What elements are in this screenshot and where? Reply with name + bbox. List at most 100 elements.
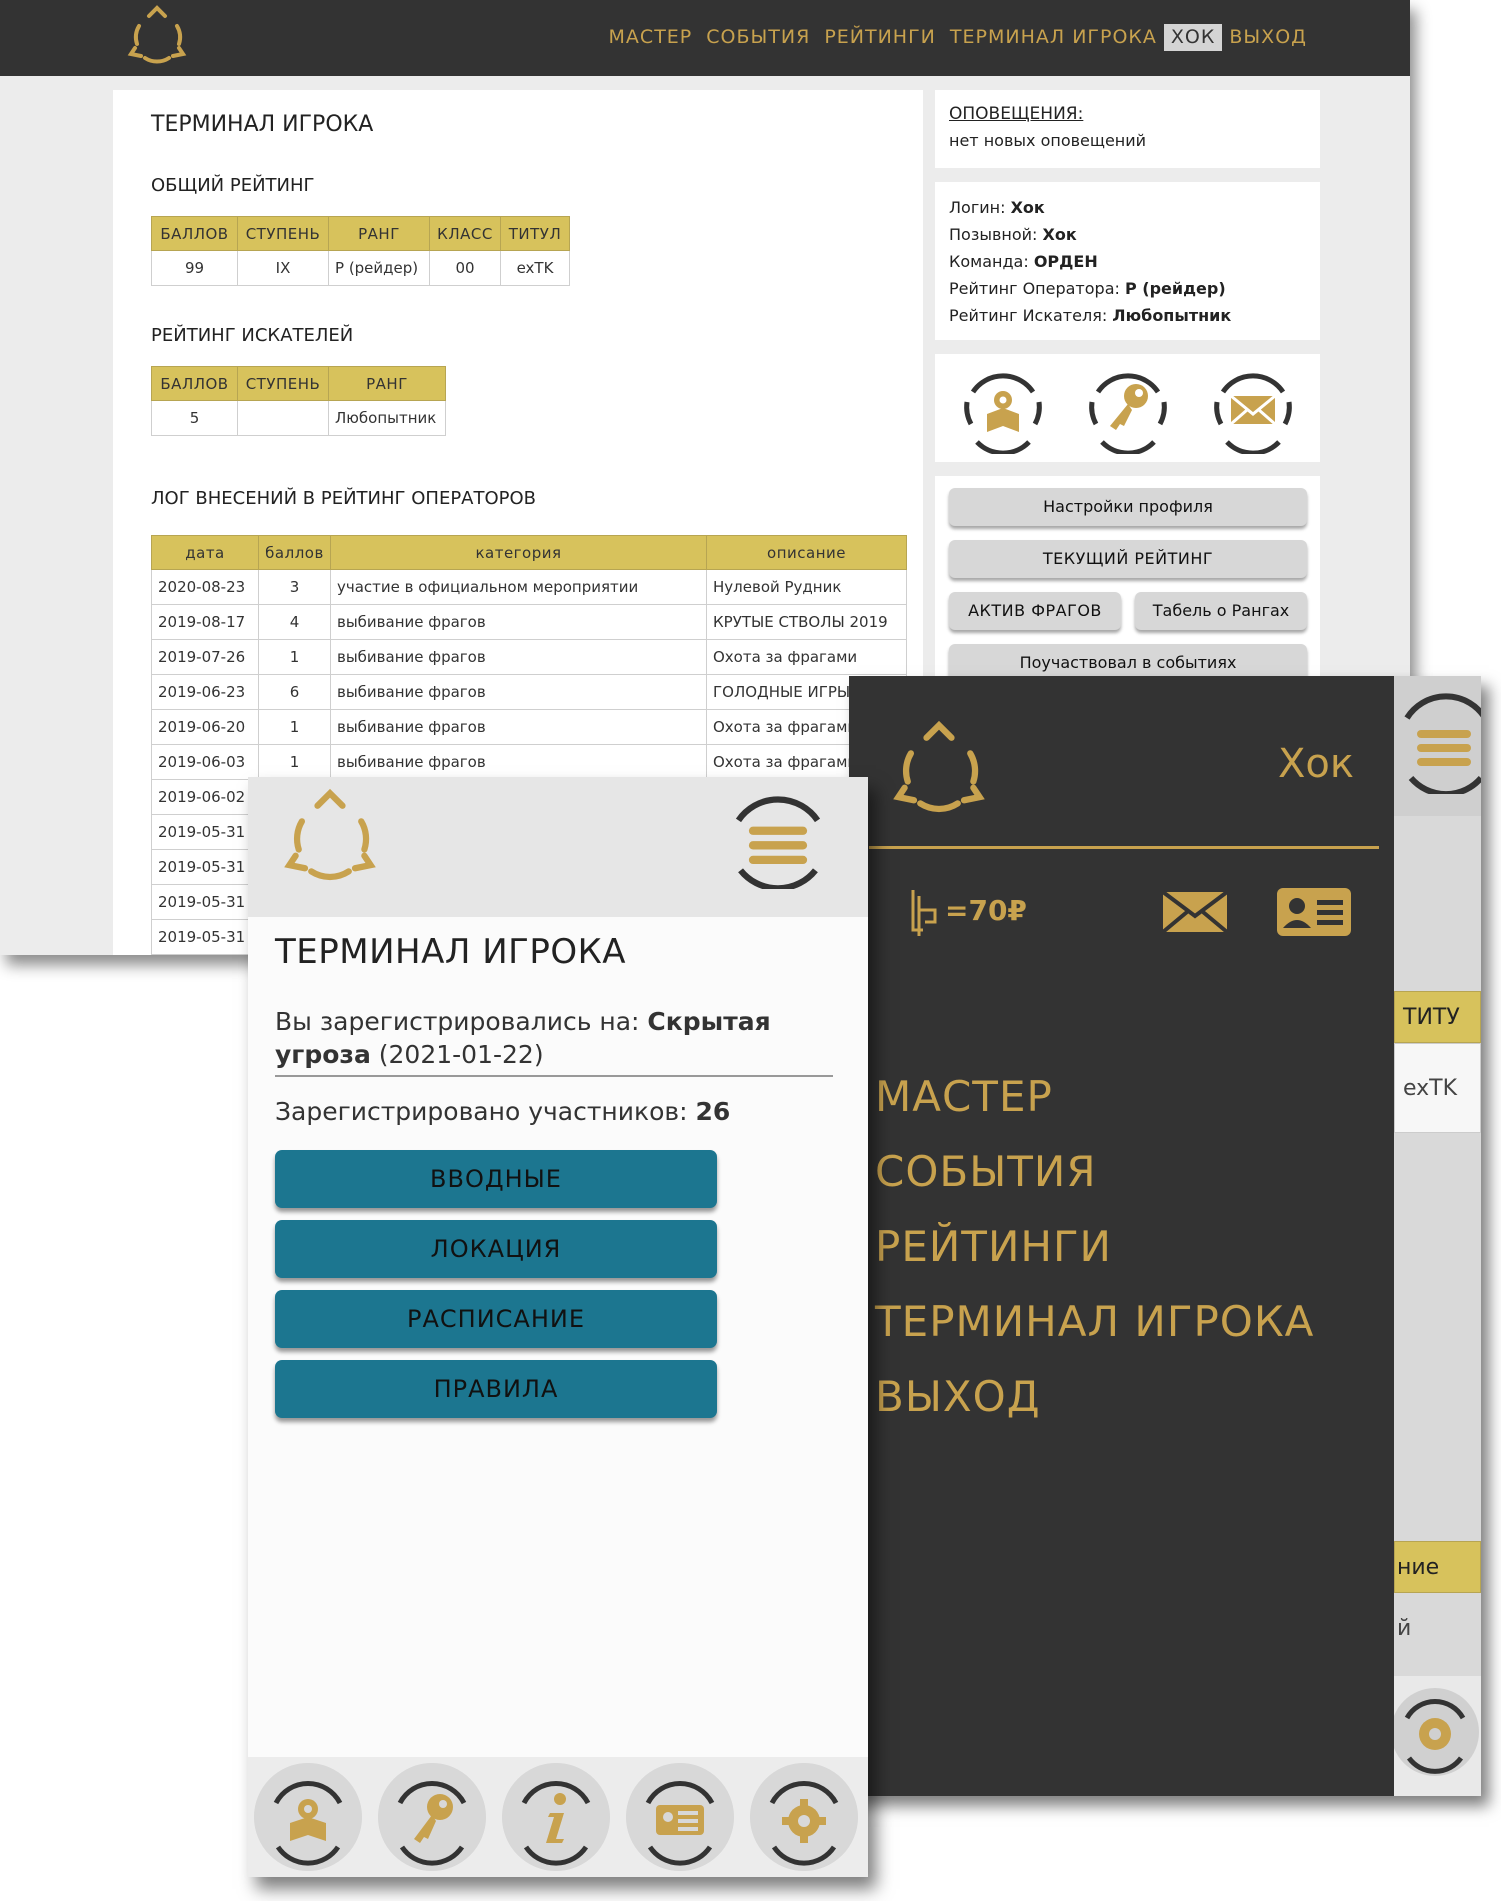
frag-assets-button[interactable]: АКТИВ ФРАГОВ [949, 592, 1121, 630]
bg-cell: й [1397, 1616, 1412, 1641]
table-header: категория [330, 535, 707, 570]
seekers-rating-heading: РЕЙТИНГ ИСКАТЕЛЕЙ [151, 325, 354, 346]
profile-panel: Логин: Хок Позывной: Хок Команда: ОРДЕН Рей… [935, 182, 1320, 340]
table-cell: КРУТЫЕ СТВОЛЫ 2019 [706, 604, 907, 640]
mail-icon[interactable] [1161, 888, 1229, 936]
table-cell: exTK [500, 250, 570, 286]
profile-line: Логин: Хок [949, 194, 1231, 221]
page-title: ТЕРМИНАЛ ИГРОКА [151, 112, 374, 137]
profile-line: Рейтинг Искателя: Любопытник [949, 302, 1231, 329]
mobile-header [248, 777, 868, 917]
current-rating-button[interactable]: ТЕКУЩИЙ РЕЙТИНГ [949, 540, 1307, 578]
notifications-title: ОПОВЕЩЕНИЯ: [949, 104, 1084, 124]
profile-label: Рейтинг Оператора: [949, 279, 1125, 298]
profile-value: Хок [1010, 198, 1045, 217]
gear-icon [1391, 1688, 1479, 1776]
page-title: ТЕРМИНАЛ ИГРОКА [275, 932, 627, 972]
divider [869, 846, 1379, 849]
general-rating-table: БАЛЛОВ СТУПЕНЬ РАНГ КЛАСС ТИТУЛ 99 IX Р … [151, 216, 570, 286]
rank-table-button[interactable]: Табель о Рангах [1135, 592, 1307, 630]
table-header: БАЛЛОВ [151, 366, 238, 401]
profile-label: Команда: [949, 252, 1034, 271]
gear-icon[interactable] [750, 1763, 858, 1871]
menu-item-master[interactable]: МАСТЕР [875, 1066, 1314, 1128]
nav-terminal[interactable]: ТЕРМИНАЛ ИГРОКА [943, 24, 1164, 51]
profile-settings-button[interactable]: Настройки профиля [949, 488, 1307, 526]
logo-icon [127, 5, 187, 64]
table-cell: 2019-06-23 [151, 674, 259, 710]
menu-item-ratings[interactable]: РЕЙТИНГИ [875, 1216, 1314, 1278]
key-icon[interactable] [1082, 362, 1174, 454]
balance: =70₽ [945, 894, 1027, 927]
mobile-terminal-screen: ТЕРМИНАЛ ИГРОКА Вы зарегистрировались на… [248, 777, 868, 1877]
registration-date: (2021-01-22) [370, 1040, 544, 1069]
notifications-text: нет новых оповещений [949, 131, 1147, 150]
notifications-panel: ОПОВЕЩЕНИЯ: нет новых оповещений [935, 90, 1320, 168]
nav-ratings[interactable]: РЕЙТИНГИ [817, 24, 943, 51]
table-header: РАНГ [328, 216, 430, 251]
map-icon[interactable] [957, 362, 1049, 454]
table-cell: Р (рейдер) [328, 250, 430, 286]
table-cell: Охота за фрагами [706, 639, 907, 675]
id-card-icon[interactable] [1275, 886, 1353, 938]
table-header: СТУПЕНЬ [237, 366, 329, 401]
table-header: дата [151, 535, 259, 570]
menu-list: МАСТЕР СОБЫТИЯ РЕЙТИНГИ ТЕРМИНАЛ ИГРОКА … [875, 1066, 1314, 1428]
table-row: 2019-06-23 6 выбивание фрагов ГОЛОДНЫЕ ИГРЫ [151, 674, 907, 710]
id-card-icon[interactable] [626, 1763, 734, 1871]
top-nav: МАСТЕР СОБЫТИЯ РЕЙТИНГИ ТЕРМИНАЛ ИГРОКА … [602, 24, 1314, 51]
menu-icon[interactable] [726, 785, 830, 889]
nav-master[interactable]: МАСТЕР [602, 24, 700, 51]
key-icon[interactable] [378, 1763, 486, 1871]
location-button[interactable]: ЛОКАЦИЯ [275, 1220, 717, 1278]
table-header: СТУПЕНЬ [237, 216, 329, 251]
table-cell: Нулевой Рудник [706, 569, 907, 605]
registration-label: Вы зарегистрировались на: [275, 1007, 648, 1036]
table-cell: 2019-05-31 [151, 849, 259, 885]
nav-user[interactable]: ХОК [1163, 24, 1223, 51]
log-heading: ЛОГ ВНЕСЕНИЙ В РЕЙТИНГ ОПЕРАТОРОВ [151, 488, 537, 509]
profile-label: Логин: [949, 198, 1011, 217]
nav-exit[interactable]: ВЫХОД [1222, 24, 1314, 51]
table-cell: Любопытник [328, 400, 446, 436]
table-header: баллов [258, 535, 331, 570]
table-cell: 2019-05-31 [151, 919, 259, 955]
menu-drawer: Хок =70₽ МАСТЕР СОБЫТИЯ РЕЙТИНГИ ТЕРМИНА… [849, 676, 1394, 1796]
table-cell: 2019-08-17 [151, 604, 259, 640]
currency-icon [911, 890, 937, 936]
bg-cell: exTK [1394, 1043, 1481, 1133]
mail-icon[interactable] [1207, 362, 1299, 454]
general-rating-heading: ОБЩИЙ РЕЙТИНГ [151, 175, 315, 196]
table-cell: 2019-06-20 [151, 709, 259, 745]
mobile-menu-screen: ТИТУ exTK ние й Хок =70₽ МАСТЕР СОБЫТИЯ … [849, 676, 1481, 1796]
rules-button[interactable]: ПРАВИЛА [275, 1360, 717, 1418]
map-icon[interactable] [254, 1763, 362, 1871]
table-cell: 2019-06-02 [151, 779, 259, 815]
table-header: РАНГ [328, 366, 446, 401]
participants-label: Зарегистрировано участников: [275, 1097, 696, 1126]
table-cell: 4 [258, 604, 331, 640]
table-cell: IX [237, 250, 329, 286]
top-bar: МАСТЕР СОБЫТИЯ РЕЙТИНГИ ТЕРМИНАЛ ИГРОКА … [0, 0, 1410, 76]
bottom-bar [248, 1757, 868, 1877]
table-cell: 6 [258, 674, 331, 710]
table-header: ТИТУЛ [500, 216, 570, 251]
nav-events[interactable]: СОБЫТИЯ [699, 24, 817, 51]
quick-icons-panel [935, 354, 1320, 462]
intro-button[interactable]: ВВОДНЫЕ [275, 1150, 717, 1208]
menu-item-exit[interactable]: ВЫХОД [875, 1366, 1314, 1428]
table-cell: выбивание фрагов [330, 674, 707, 710]
info-icon[interactable] [502, 1763, 610, 1871]
menu-icon [1404, 693, 1481, 794]
table-row: 2019-08-17 4 выбивание фрагов КРУТЫЕ СТВОЛЫ… [151, 604, 907, 640]
menu-item-terminal[interactable]: ТЕРМИНАЛ ИГРОКА [875, 1291, 1314, 1353]
table-cell: 1 [258, 639, 331, 675]
table-cell: выбивание фрагов [330, 639, 707, 675]
table-row: 2019-06-03 1 выбивание фрагов Охота за фраг… [151, 744, 907, 780]
table-cell: участие в официальном мероприятии [330, 569, 707, 605]
table-cell: 2020-08-23 [151, 569, 259, 605]
schedule-button[interactable]: РАСПИСАНИЕ [275, 1290, 717, 1348]
menu-item-events[interactable]: СОБЫТИЯ [875, 1141, 1314, 1203]
table-header: описание [706, 535, 907, 570]
bg-header-cell: ТИТУ [1394, 991, 1481, 1043]
